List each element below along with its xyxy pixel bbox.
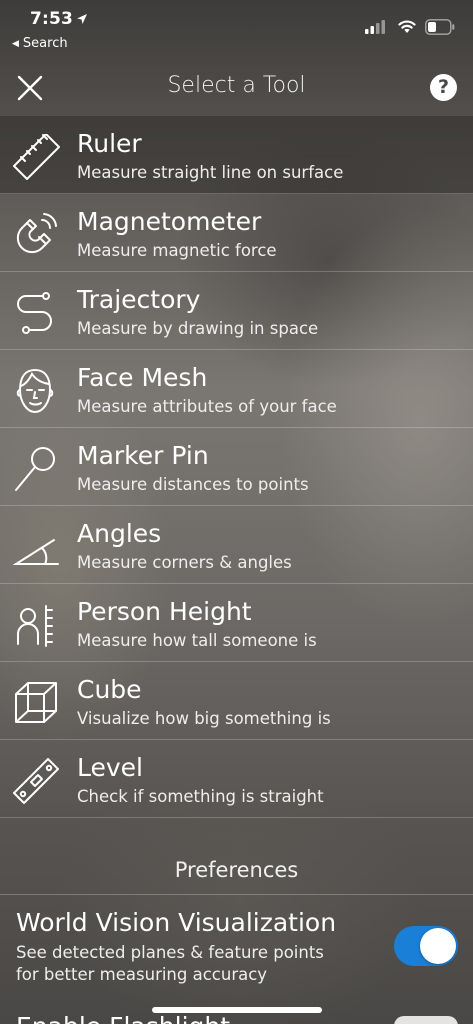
- ruler-icon: [12, 133, 62, 180]
- tool-name: Magnetometer: [77, 207, 262, 236]
- tool-description: Measure distances to points: [77, 475, 309, 494]
- tool-description: Measure how tall someone is: [77, 631, 317, 650]
- preferences-header: Preferences: [174, 858, 299, 882]
- tool-name: Level: [77, 753, 143, 782]
- tool-description: Measure magnetic force: [77, 241, 277, 260]
- tool-item-face-mesh[interactable]: Face Mesh Measure attributes of your fac…: [0, 350, 473, 428]
- tool-item-cube[interactable]: Cube Visualize how big something is: [0, 662, 473, 740]
- home-indicator: [152, 1007, 322, 1013]
- tool-name: Cube: [77, 675, 142, 704]
- world-vision-toggle[interactable]: [394, 926, 458, 966]
- status-bar: 7:53 ◀ Search: [0, 0, 473, 58]
- status-time: 7:53: [30, 9, 74, 29]
- tool-item-trajectory[interactable]: Trajectory Measure by drawing in space: [0, 272, 473, 350]
- person-height-icon: [12, 602, 62, 648]
- tool-name: Angles: [77, 519, 162, 548]
- trajectory-icon: [12, 290, 62, 336]
- preferences-divider: [0, 894, 473, 895]
- toggle-knob: [420, 928, 456, 964]
- back-triangle-icon: ◀: [12, 39, 19, 49]
- tool-item-person-height[interactable]: Person Height Measure how tall someone i…: [0, 584, 473, 662]
- preference-name: World Vision Visualization: [16, 908, 337, 937]
- tool-description: Measure corners & angles: [77, 553, 292, 572]
- preference-description: See detected planes & feature points for…: [16, 943, 324, 984]
- level-icon: [12, 758, 62, 804]
- tool-item-ruler[interactable]: Ruler Measure straight line on surface: [0, 116, 473, 194]
- wifi-icon: [398, 20, 416, 33]
- tool-description: Measure attributes of your face: [77, 397, 337, 416]
- cellular-signal-icon: [365, 20, 385, 34]
- tool-name: Marker Pin: [77, 441, 209, 470]
- face-icon: [12, 368, 62, 414]
- preference-name: Enable Flashlight: [16, 1012, 230, 1024]
- tool-item-marker-pin[interactable]: Marker Pin Measure distances to points: [0, 428, 473, 506]
- tool-description: Measure by drawing in space: [77, 319, 319, 338]
- tool-name: Person Height: [77, 597, 252, 626]
- help-button[interactable]: ?: [430, 74, 457, 101]
- navigation-bar: Select a Tool ?: [0, 58, 473, 116]
- tool-description: Check if something is straight: [77, 787, 324, 806]
- flashlight-toggle[interactable]: [394, 1016, 458, 1024]
- tool-name: Face Mesh: [77, 363, 208, 392]
- battery-icon: [425, 19, 455, 35]
- tool-name: Trajectory: [77, 285, 201, 314]
- back-search-label: Search: [22, 36, 68, 51]
- page-title: Select a Tool: [167, 73, 306, 98]
- tool-description: Measure straight line on surface: [77, 163, 344, 182]
- location-arrow-icon: [77, 14, 87, 24]
- tool-item-magnetometer[interactable]: Magnetometer Measure magnetic force: [0, 194, 473, 272]
- angle-icon: [12, 524, 62, 570]
- marker-pin-icon: [12, 446, 62, 492]
- magnet-icon: [12, 212, 62, 258]
- tool-item-level[interactable]: Level Check if something is straight: [0, 740, 473, 818]
- back-to-search-link[interactable]: ◀ Search: [12, 36, 68, 51]
- tool-name: Ruler: [77, 129, 142, 158]
- tool-list: Ruler Measure straight line on surface M…: [0, 116, 473, 818]
- cube-icon: [12, 680, 62, 726]
- tool-description: Visualize how big something is: [77, 709, 331, 728]
- tool-item-angles[interactable]: Angles Measure corners & angles: [0, 506, 473, 584]
